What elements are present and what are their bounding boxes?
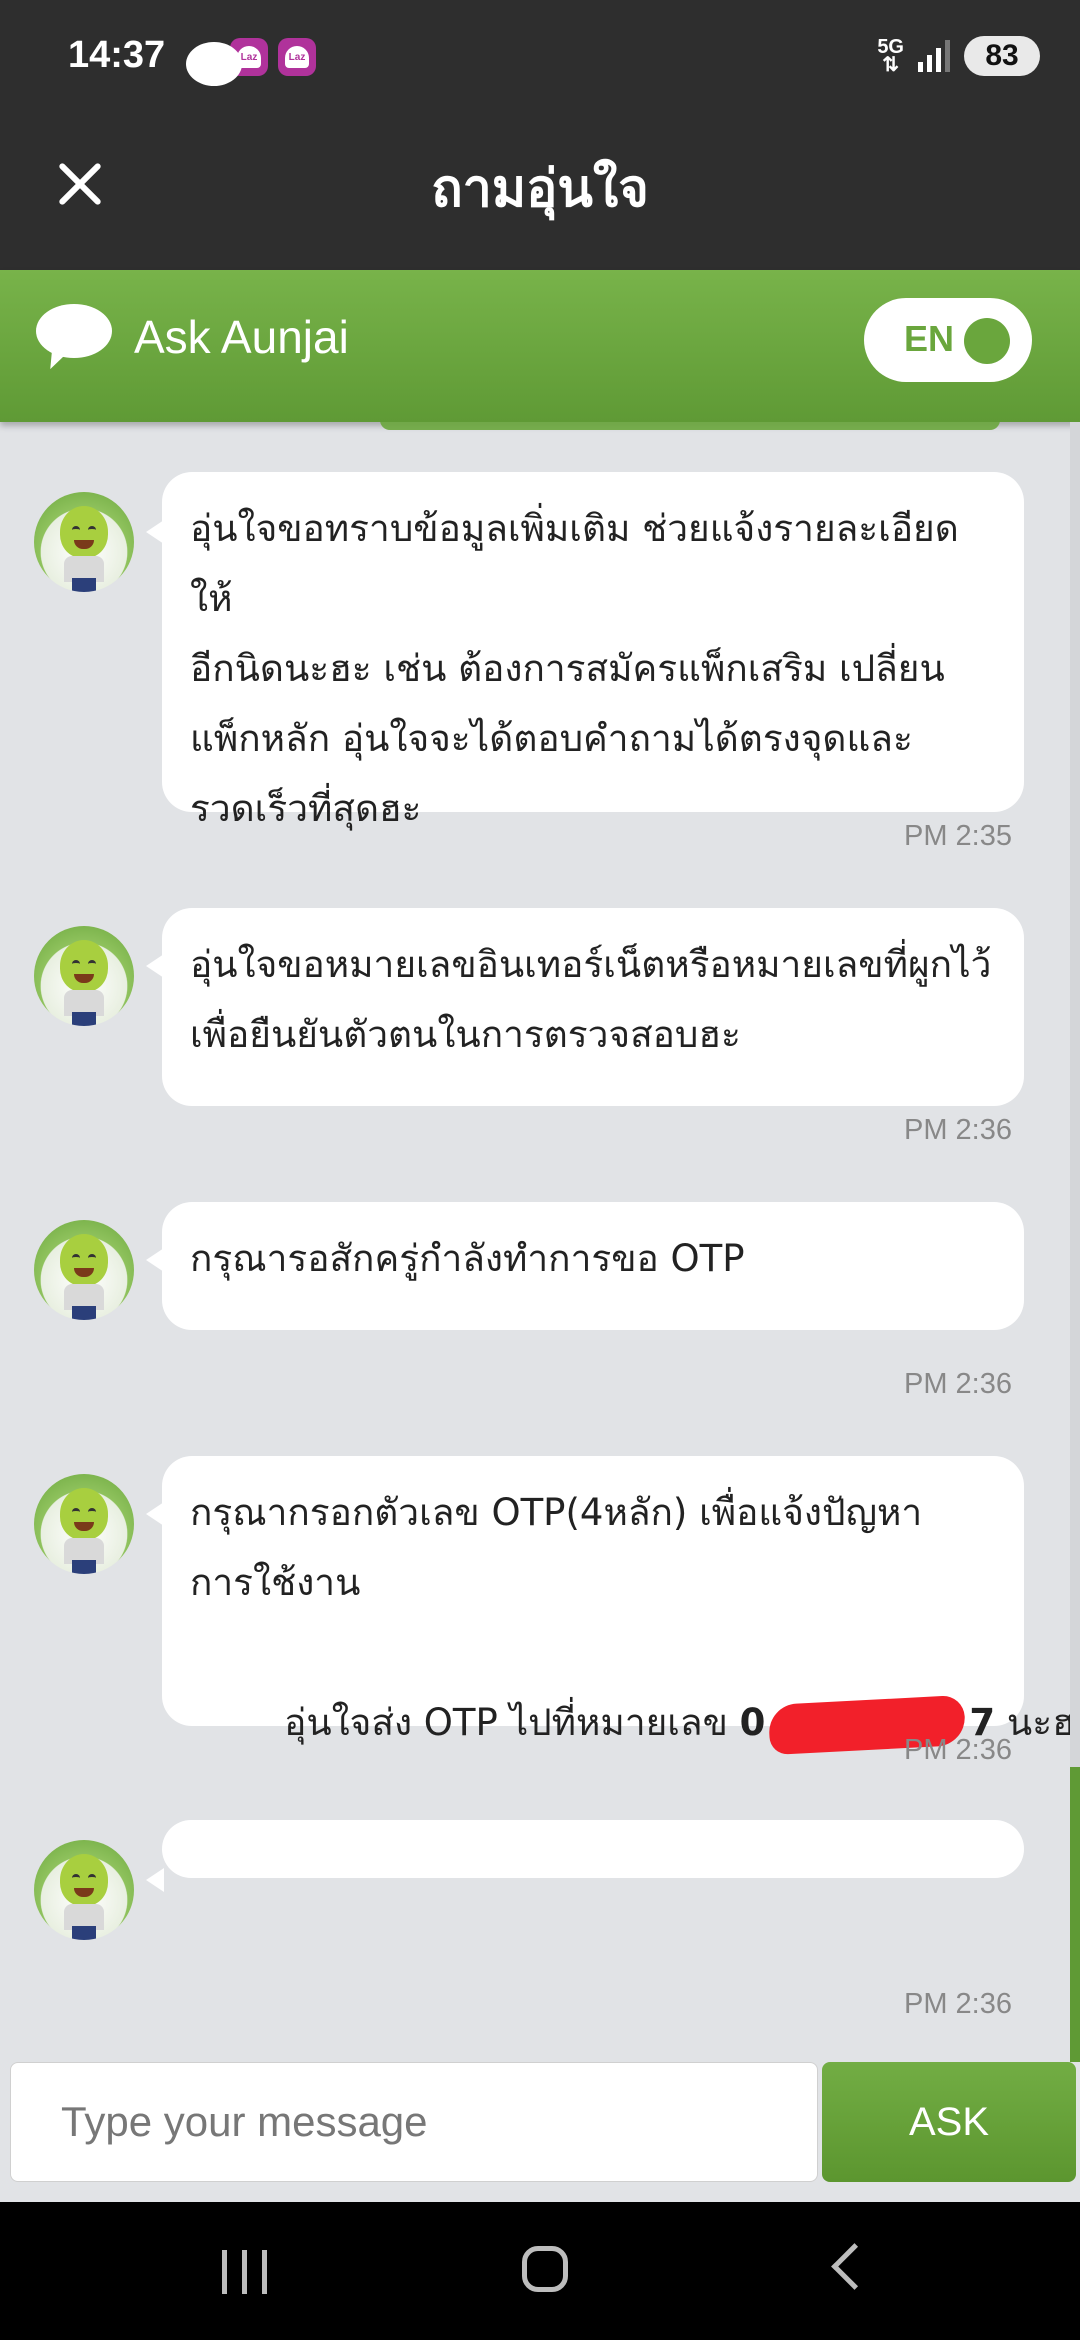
aunjai-avatar [34, 1220, 134, 1320]
otp-sent-text: อุ่นใจส่ง OTP ไปที่หมายเลข [284, 1701, 740, 1744]
title-bar: ถามอุ่นใจ [0, 120, 1080, 270]
phone-number-start: 0 [739, 1701, 766, 1744]
chat-header: Ask Aunjai EN [0, 270, 1080, 422]
message-line: กรุณากรอกตัวเลข OTP(4หลัก) เพื่อแจ้งปัญห… [190, 1491, 923, 1534]
message-bubble: อุ่นใจขอทราบข้อมูลเพิ่มเติม ช่วยแจ้งรายล… [162, 472, 1024, 830]
page-title: ถามอุ่นใจ [431, 159, 649, 219]
aunjai-avatar [34, 926, 134, 1026]
input-bar: ASK [0, 2062, 1080, 2202]
toggle-knob [964, 318, 1010, 364]
previous-user-bubble-edge [380, 422, 1000, 430]
signal-icon [918, 40, 950, 72]
ask-button[interactable]: ASK [822, 2062, 1076, 2182]
message-bubble: กรุณารอสักครู่กำลังทำการขอ OTP [162, 1202, 1024, 1330]
message-input[interactable] [10, 2062, 818, 2182]
message-bubble [162, 1820, 1024, 1878]
back-icon[interactable] [831, 2243, 878, 2290]
aunjai-avatar [34, 1840, 134, 1940]
message-time: PM 2:36 [904, 1368, 1012, 1400]
message-bubble: อุ่นใจขอหมายเลขอินเทอร์เน็ตหรือหมายเลขที… [162, 908, 1024, 1106]
language-label: EN [904, 318, 955, 359]
aunjai-avatar [34, 1474, 134, 1574]
message-list[interactable]: อุ่นใจขอทราบข้อมูลเพิ่มเติม ช่วยแจ้งรายล… [0, 422, 1080, 2062]
scrollbar-thumb[interactable] [1070, 1767, 1080, 2062]
message-time: PM 2:36 [904, 1114, 1012, 1146]
message-time: PM 2:36 [904, 1734, 1012, 1766]
message-time: PM 2:35 [904, 820, 1012, 852]
chat-bubble-icon [36, 304, 116, 374]
network-type-icon: 5G ⇅ [877, 36, 904, 76]
lazada-notification-icon: Laz [278, 38, 316, 76]
aunjai-avatar [34, 492, 134, 592]
status-time: 14:37 [68, 34, 166, 76]
message-line: การใช้งาน [190, 1561, 361, 1604]
system-indicators: 5G ⇅ 83 [877, 36, 1040, 76]
chat-notification-icon [186, 42, 242, 86]
home-icon[interactable] [522, 2246, 568, 2292]
battery-icon: 83 [964, 36, 1040, 76]
navigation-bar [0, 2202, 1080, 2340]
message-time: PM 2:36 [904, 1988, 1012, 2020]
language-toggle[interactable]: EN [864, 298, 1032, 382]
status-bar: 14:37 Laz Laz 5G ⇅ 83 [0, 0, 1080, 120]
message-bubble: กรุณากรอกตัวเลข OTP(4หลัก) เพื่อแจ้งปัญห… [162, 1456, 1080, 1755]
message-line: อุ่นใจส่ง OTP ไปที่หมายเลข 07 นะฮะ [190, 1618, 1080, 1828]
notification-icons: Laz Laz [186, 38, 316, 86]
chat-header-title: Ask Aunjai [134, 311, 349, 363]
recents-icon[interactable] [222, 2250, 270, 2294]
